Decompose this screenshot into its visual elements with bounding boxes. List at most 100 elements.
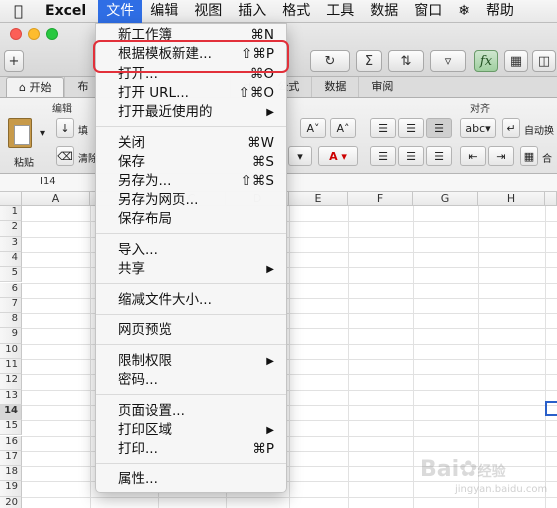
row-header[interactable]: 11	[0, 359, 22, 375]
highlight-color-icon[interactable]: ▾	[288, 146, 312, 166]
row-header[interactable]: 15	[0, 420, 22, 436]
new-workbook-icon[interactable]: +	[4, 50, 24, 72]
merge-icon[interactable]: ▦	[520, 146, 538, 166]
row-header[interactable]: 18	[0, 466, 22, 482]
menu-item-reduce-size[interactable]: 缩减文件大小...	[96, 291, 286, 310]
menu-item-label: 另存为...	[118, 173, 172, 189]
sort-icon[interactable]: ⇅	[388, 50, 424, 72]
zoom-window-button[interactable]	[46, 28, 58, 40]
column-header-e[interactable]: E	[289, 192, 348, 206]
row-header[interactable]: 6	[0, 282, 22, 298]
menu-separator	[96, 283, 286, 284]
row-header[interactable]: 5	[0, 267, 22, 283]
fill-icon[interactable]: ↓	[56, 118, 74, 138]
gallery-icon[interactable]: ◫	[532, 50, 556, 72]
menu-insert[interactable]: 插入	[230, 0, 274, 23]
row-header[interactable]: 10	[0, 343, 22, 359]
align-middle-icon[interactable]: ☰	[398, 118, 424, 138]
align-right-icon[interactable]: ☰	[426, 146, 452, 166]
function-icon[interactable]: fx	[474, 50, 498, 72]
menu-item-close[interactable]: 关闭 ⌘W	[96, 134, 286, 153]
row-header[interactable]: 17	[0, 450, 22, 467]
watermark-main: Bai	[420, 457, 460, 482]
selected-cell-i14[interactable]	[545, 401, 557, 416]
align-top-icon[interactable]: ☰	[370, 118, 396, 138]
apple-icon[interactable]: 	[0, 0, 33, 23]
menu-item-open-url[interactable]: 打开 URL... ⇧⌘O	[96, 84, 286, 103]
menu-item-page-setup[interactable]: 页面设置...	[96, 402, 286, 421]
autosum-icon[interactable]: Σ	[356, 50, 382, 72]
menu-item-save-layout[interactable]: 保存布局	[96, 210, 286, 229]
align-bottom-icon[interactable]: ☰	[426, 118, 452, 138]
align-left-icon[interactable]: ☰	[370, 146, 396, 166]
menu-separator	[96, 463, 286, 464]
row-header[interactable]: 13	[0, 389, 22, 405]
row-header[interactable]: 20	[0, 496, 22, 508]
menu-item-label: 保存	[118, 154, 145, 170]
name-box[interactable]: I14	[40, 176, 56, 187]
menu-edit[interactable]: 编辑	[142, 0, 186, 23]
row-header[interactable]: 8	[0, 313, 22, 329]
decrease-indent-icon[interactable]: ⇤	[460, 146, 486, 166]
menu-item-web-preview[interactable]: 网页预览	[96, 321, 286, 340]
row-header[interactable]: 3	[0, 236, 22, 252]
minimize-window-button[interactable]	[28, 28, 40, 40]
menu-item-save-as[interactable]: 另存为... ⇧⌘S	[96, 172, 286, 191]
fill-label: 填	[78, 126, 88, 137]
script-icon[interactable]: ❄	[450, 0, 478, 23]
menu-window[interactable]: 窗口	[406, 0, 450, 23]
menu-separator	[96, 344, 286, 345]
close-window-button[interactable]	[10, 28, 22, 40]
row-header[interactable]: 4	[0, 251, 22, 268]
redo-icon[interactable]: ↻	[310, 50, 350, 72]
column-header-h[interactable]: H	[478, 192, 545, 206]
row-header[interactable]: 14	[0, 404, 22, 421]
align-center-icon[interactable]: ☰	[398, 146, 424, 166]
menu-view[interactable]: 视图	[186, 0, 230, 23]
wrap-text-icon[interactable]: ↵	[502, 118, 520, 138]
menu-item-open-recent[interactable]: 打开最近使用的 ▶	[96, 103, 286, 122]
filter-icon[interactable]: ▿	[430, 50, 466, 72]
menu-item-save[interactable]: 保存 ⌘S	[96, 153, 286, 172]
menu-format[interactable]: 格式	[274, 0, 318, 23]
increase-font-icon[interactable]: A˅	[300, 118, 326, 138]
number-format-button[interactable]: abc ▾	[460, 118, 496, 138]
menu-item-import[interactable]: 导入...	[96, 241, 286, 260]
tab-data[interactable]: 数据	[311, 77, 358, 97]
menu-file[interactable]: 文件	[98, 0, 143, 23]
row-header[interactable]: 19	[0, 481, 22, 497]
column-header-f[interactable]: F	[348, 192, 413, 206]
menu-item-password[interactable]: 密码...	[96, 371, 286, 390]
menu-item-properties[interactable]: 属性...	[96, 470, 286, 489]
row-header[interactable]: 9	[0, 328, 22, 344]
select-all-corner[interactable]	[0, 192, 22, 206]
row-header[interactable]: 1	[0, 206, 22, 222]
paste-icon[interactable]	[8, 118, 32, 148]
menu-item-label: 打印区域	[118, 422, 172, 438]
menu-item-print-area[interactable]: 打印区域 ▶	[96, 421, 286, 440]
row-header[interactable]: 12	[0, 374, 22, 390]
paste-dropdown-icon[interactable]: ▾	[40, 128, 45, 139]
font-color-icon[interactable]: A ▾	[318, 146, 358, 166]
row-header[interactable]: 16	[0, 435, 22, 451]
menu-data[interactable]: 数据	[362, 0, 406, 23]
column-header-g[interactable]: G	[413, 192, 478, 206]
menu-item-share[interactable]: 共享 ▶	[96, 260, 286, 279]
row-header[interactable]: 7	[0, 297, 22, 314]
eraser-icon[interactable]: ⌫	[56, 146, 74, 166]
row-header[interactable]: 2	[0, 221, 22, 237]
increase-indent-icon[interactable]: ⇥	[488, 146, 514, 166]
menu-item-restrict-permission[interactable]: 限制权限 ▶	[96, 352, 286, 371]
decrease-font-icon[interactable]: A˄	[330, 118, 356, 138]
column-header-a[interactable]: A	[22, 192, 90, 206]
menu-tools[interactable]: 工具	[318, 0, 362, 23]
menubar:  Excel 文件 编辑 视图 插入 格式 工具 数据 窗口 ❄ 帮助	[0, 0, 557, 23]
toolbox-icon[interactable]: ▦	[504, 50, 528, 72]
tab-home[interactable]: ⌂ 开始	[6, 77, 65, 97]
menu-item-save-as-web[interactable]: 另存为网页...	[96, 191, 286, 210]
column-header-i[interactable]	[545, 192, 557, 206]
menu-item-print[interactable]: 打印... ⌘P	[96, 440, 286, 459]
menu-help[interactable]: 帮助	[478, 0, 522, 23]
app-name[interactable]: Excel	[33, 0, 98, 23]
tab-review[interactable]: 审阅	[358, 77, 405, 97]
